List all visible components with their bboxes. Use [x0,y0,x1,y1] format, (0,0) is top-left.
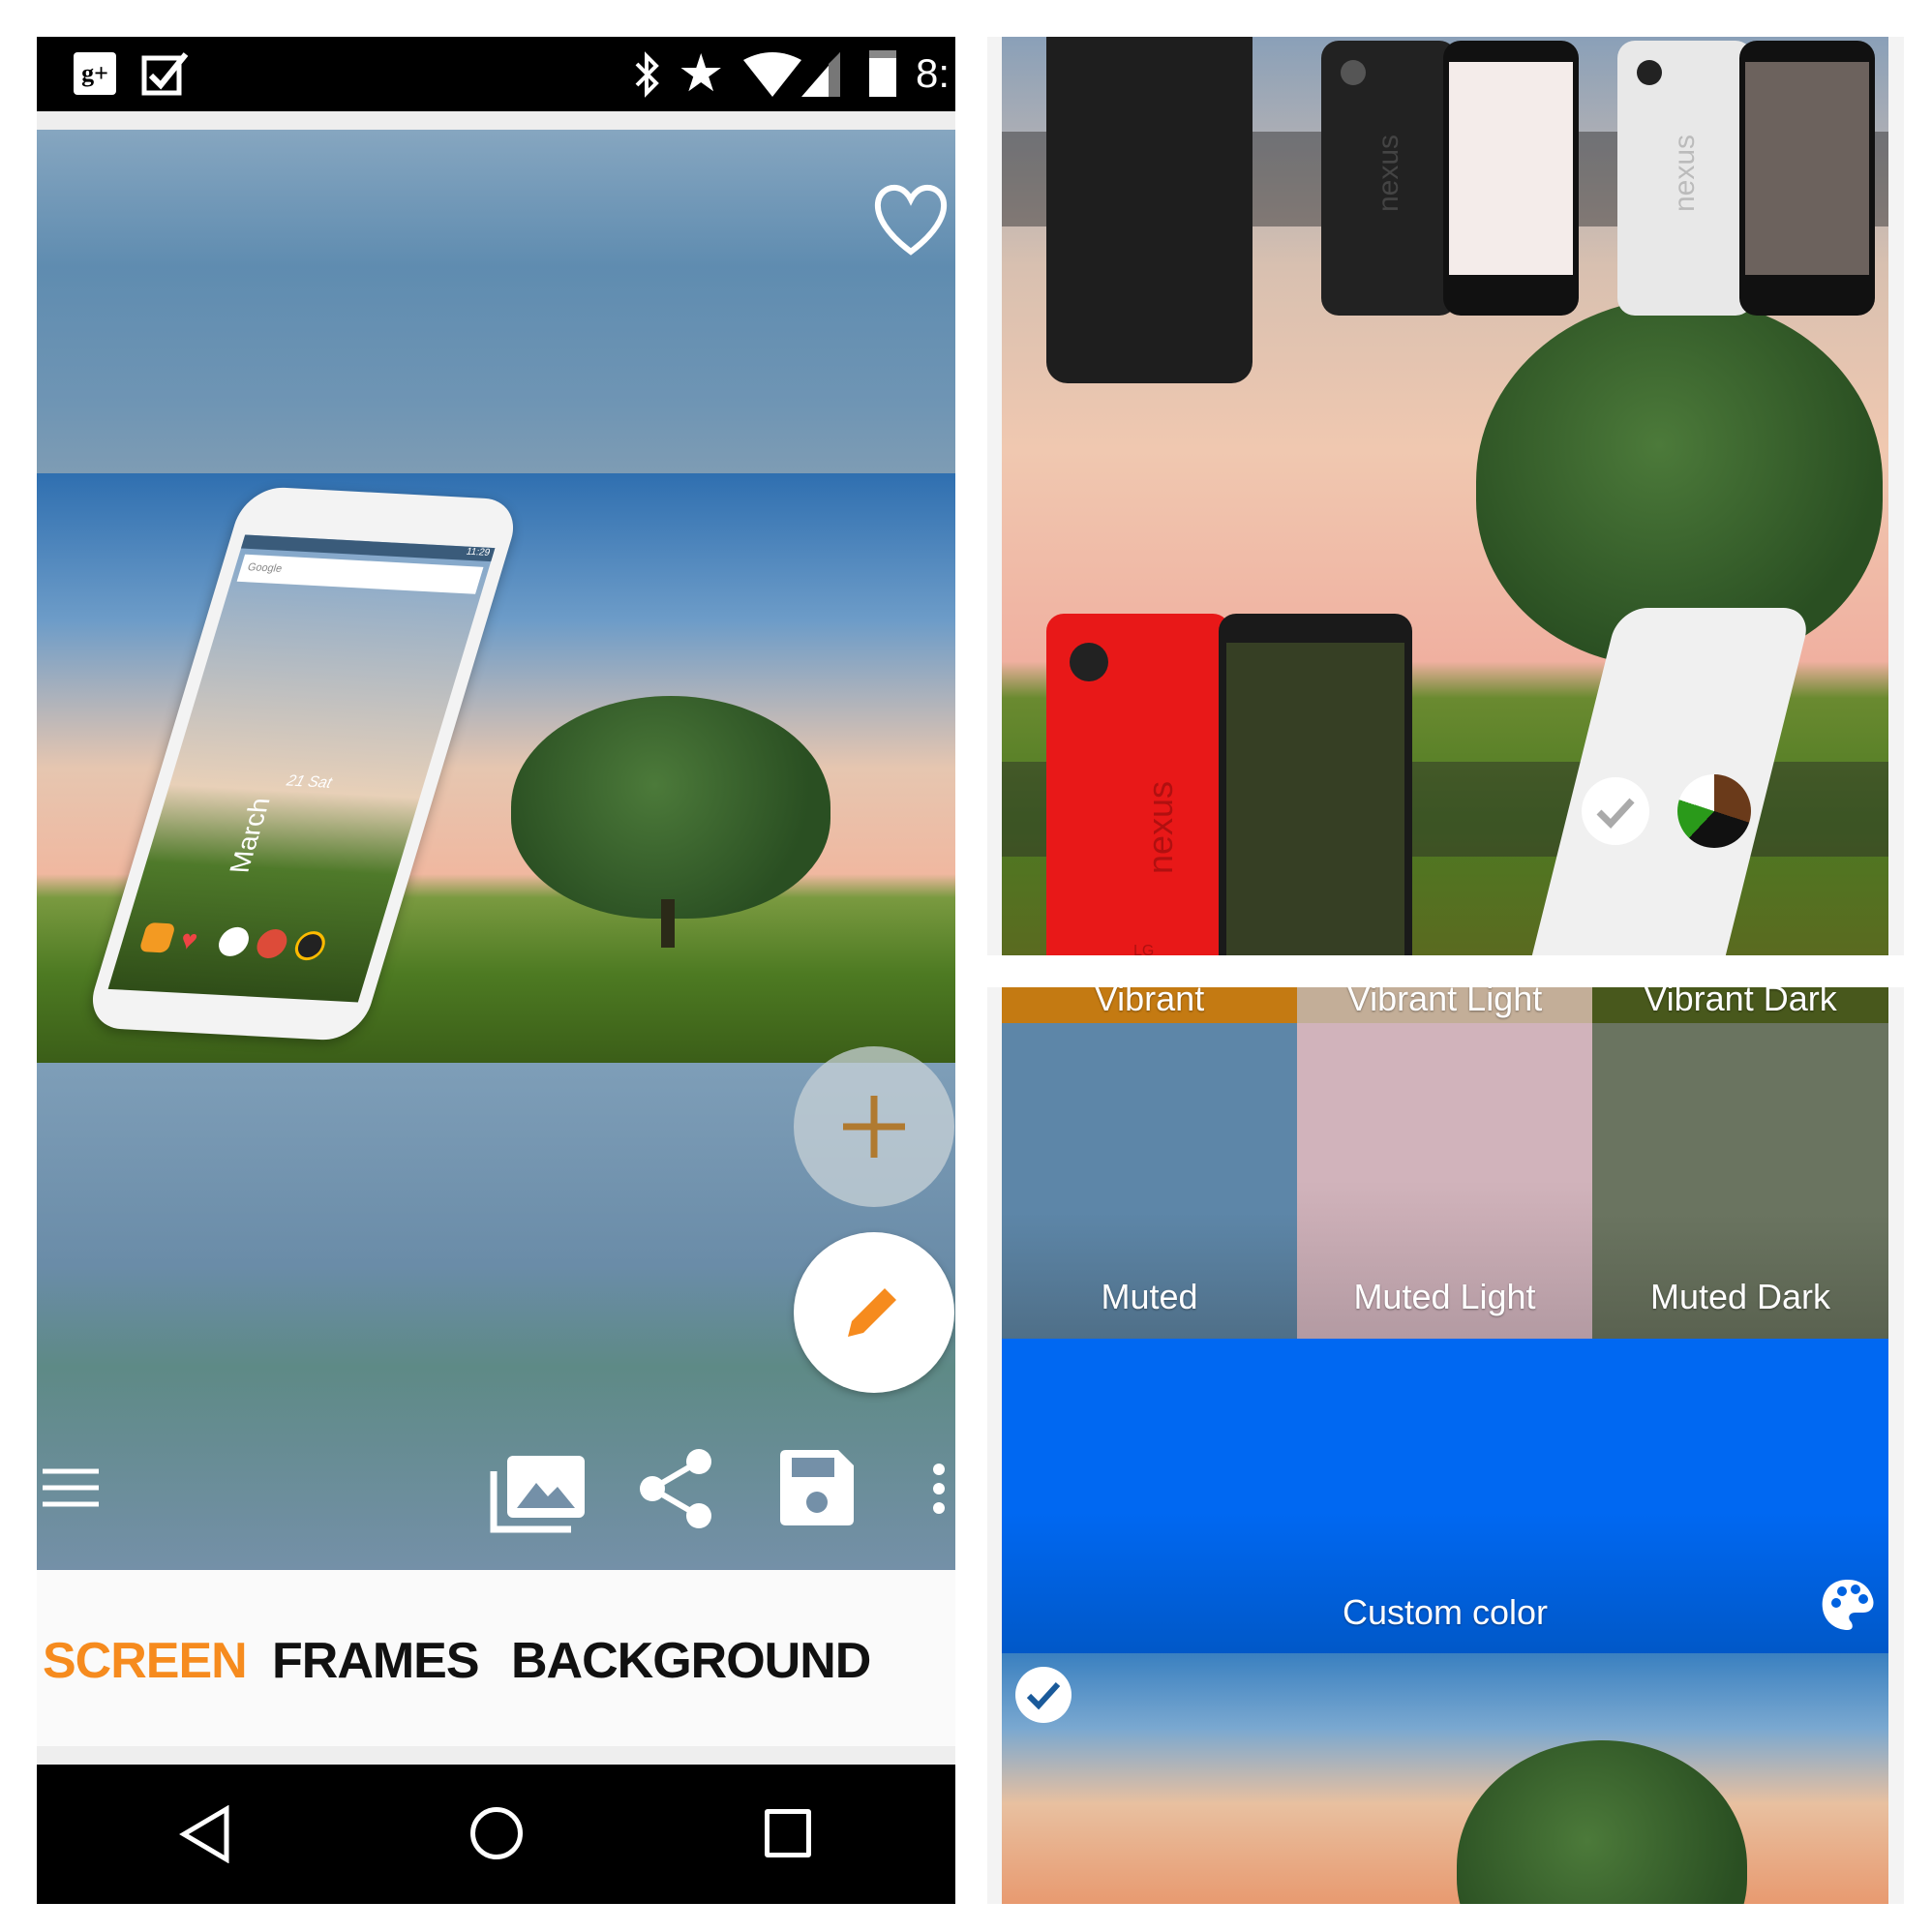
phone-time: 11:29 [465,546,492,558]
battery-icon [869,50,896,97]
swatch-vibrant-dark[interactable]: Vibrant Dark [1592,987,1888,1023]
swatch-custom-color[interactable]: Custom color [1002,1339,1888,1653]
swatch-vibrant[interactable]: Vibrant [1002,987,1297,1023]
swatch-muted[interactable]: Muted [1002,1023,1297,1339]
phone-search: Google [236,554,484,594]
swatch-muted-light[interactable]: Muted Light [1297,1023,1592,1339]
favorite-button[interactable] [871,184,951,257]
edit-button[interactable] [794,1232,954,1393]
back-button[interactable] [178,1805,232,1863]
tree [511,696,830,919]
palette-icon[interactable] [1821,1578,1875,1632]
nav-bar [37,1765,955,1904]
device-frame-preview: 11:29 Google 21 Sat March ♥ [82,485,524,1042]
bluetooth-icon [629,50,664,99]
star-icon: ★ [678,45,725,103]
tab-background[interactable]: BACKGROUND [511,1632,871,1690]
tab-frames[interactable]: FRAMES [272,1632,480,1690]
signal-icon [801,52,840,97]
save-button[interactable] [780,1450,854,1525]
status-bar: g+ ★ 8: [37,37,955,111]
more-button[interactable] [931,1464,947,1514]
selected-check-icon [1015,1667,1072,1723]
wifi-icon [743,52,801,97]
background-image-option[interactable] [1002,1653,1888,1904]
selected-check-icon [1582,777,1649,845]
frame-black-front[interactable] [1046,37,1253,383]
plus-icon [843,1096,905,1158]
editor-screen: g+ ★ 8: 11:29 Google 21 Sat March ♥ SCRE… [37,37,955,1904]
add-button[interactable] [794,1046,954,1207]
frame-nexus-red[interactable]: nexus LG [1046,614,1412,955]
frame-brand: nexus [1669,134,1702,213]
preview-image: 11:29 Google 21 Sat March ♥ [37,473,955,1063]
preview-blur-top [37,130,955,473]
checkbox-icon [141,50,190,97]
palette-panel: Vibrant Vibrant Light Vibrant Dark Muted… [987,987,1904,1904]
pencil-icon [844,1283,902,1341]
swatch-muted-dark[interactable]: Muted Dark [1592,1023,1888,1339]
tab-screen[interactable]: SCREEN [43,1632,248,1690]
gallery-button[interactable] [490,1452,587,1533]
frame-brand: nexus [1373,134,1405,213]
frame-brand: nexus [1140,780,1181,875]
swatch-vibrant-light[interactable]: Vibrant Light [1297,987,1592,1023]
frame-nexus-black[interactable]: nexus [1321,41,1579,316]
frames-grid: nexus nexus nexus LG [987,37,1904,955]
phone-date: 21 Sat [285,772,334,792]
menu-button[interactable] [43,1467,99,1508]
status-time: 8: [916,50,951,96]
recents-button[interactable] [765,1809,811,1857]
share-button[interactable] [639,1448,716,1529]
tree [1457,1740,1747,1904]
phone-month: March [223,797,276,874]
frame-maker: LG [1133,943,1155,955]
frame-nexus-white[interactable]: nexus [1617,41,1875,316]
frame-color-icon[interactable] [1677,774,1751,848]
home-button[interactable] [470,1807,523,1859]
google-plus-icon: g+ [74,52,116,95]
